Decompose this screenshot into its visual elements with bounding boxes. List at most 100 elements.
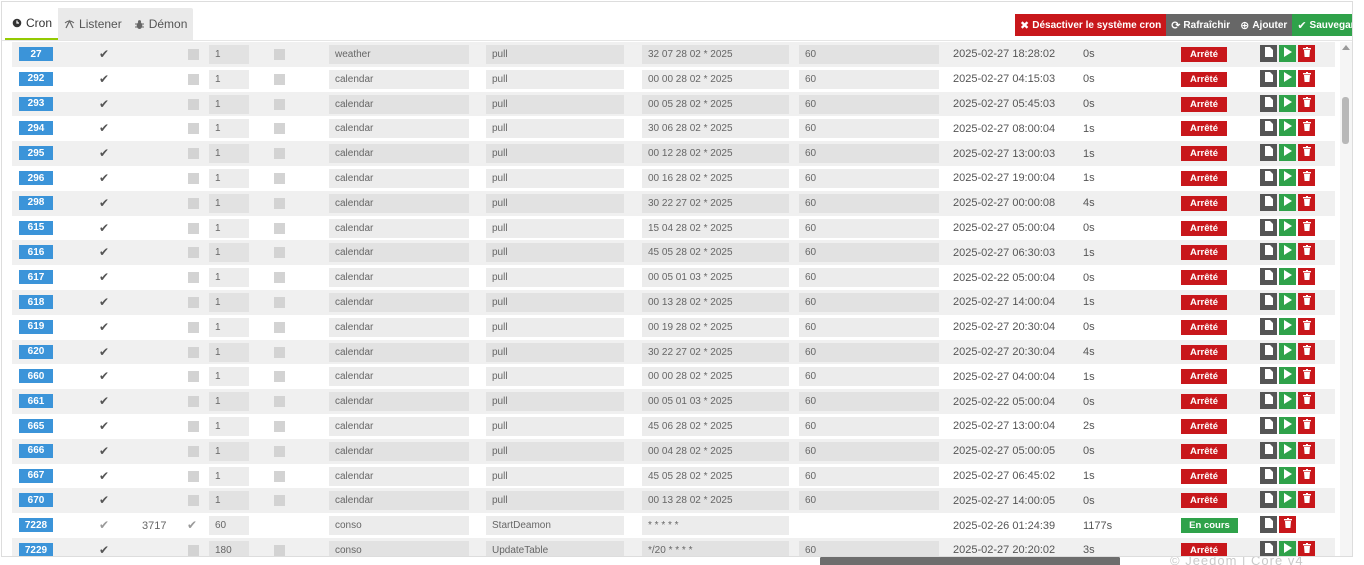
deamon-sleep-input[interactable]: 1 <box>209 441 249 461</box>
cron-id-badge[interactable]: 295 <box>19 146 53 161</box>
delete-button[interactable] <box>1298 342 1315 360</box>
deamon-sleep-input[interactable]: 1 <box>209 218 249 238</box>
delete-button[interactable] <box>1298 169 1315 186</box>
deamon-sleep-input[interactable]: 1 <box>209 69 249 89</box>
cron-id-badge[interactable]: 292 <box>19 71 53 86</box>
enabled-check-icon[interactable]: ✔ <box>98 98 110 110</box>
class-input[interactable]: calendar <box>329 293 469 312</box>
run-button[interactable] <box>1279 466 1296 484</box>
once-checkbox[interactable] <box>274 470 285 482</box>
run-button[interactable] <box>1279 193 1296 211</box>
run-button[interactable] <box>1279 491 1296 509</box>
function-input[interactable]: pull <box>486 193 624 213</box>
cron-id-badge[interactable]: 7228 <box>19 518 53 533</box>
scroll-up-arrow[interactable] <box>1342 45 1350 50</box>
deamon-checkbox[interactable] <box>188 123 199 135</box>
once-checkbox[interactable] <box>274 197 285 209</box>
delete-button[interactable] <box>1298 119 1315 137</box>
schedule-input[interactable]: 00 05 01 03 * 2025 <box>642 268 789 288</box>
enabled-check-icon[interactable]: ✔ <box>98 321 110 333</box>
class-input[interactable]: calendar <box>329 268 469 288</box>
schedule-input[interactable]: 30 22 27 02 * 2025 <box>642 193 789 213</box>
log-button[interactable] <box>1260 94 1277 112</box>
cron-id-badge[interactable]: 667 <box>19 468 53 483</box>
deamon-sleep-input[interactable]: 1 <box>209 169 249 188</box>
class-input[interactable]: calendar <box>329 169 469 188</box>
cron-id-badge[interactable]: 616 <box>19 245 53 260</box>
schedule-input[interactable]: 30 06 28 02 * 2025 <box>642 119 789 139</box>
enabled-check-icon[interactable]: ✔ <box>98 197 110 209</box>
once-checkbox[interactable] <box>274 396 285 408</box>
schedule-input[interactable]: 00 12 28 02 * 2025 <box>642 144 789 164</box>
delete-button[interactable] <box>1298 193 1315 211</box>
deamon-checkbox[interactable] <box>188 346 199 358</box>
delete-button[interactable] <box>1298 317 1315 335</box>
log-button[interactable] <box>1260 466 1277 484</box>
deamon-checkbox[interactable] <box>188 396 199 408</box>
scrollbar[interactable] <box>1340 42 1352 556</box>
deamon-sleep-input[interactable]: 1 <box>209 193 249 213</box>
log-button[interactable] <box>1260 417 1277 434</box>
once-checkbox[interactable] <box>274 148 285 160</box>
once-checkbox[interactable] <box>274 445 285 457</box>
class-input[interactable]: calendar <box>329 441 469 461</box>
once-checkbox[interactable] <box>274 421 285 432</box>
deamon-checkbox[interactable] <box>188 297 199 308</box>
deamon-checkbox[interactable] <box>188 470 199 482</box>
cron-id-badge[interactable]: 615 <box>19 220 53 235</box>
delete-button[interactable] <box>1298 94 1315 112</box>
log-button[interactable] <box>1260 392 1277 410</box>
timeout-input[interactable]: 60 <box>799 441 939 461</box>
once-checkbox[interactable] <box>274 222 285 234</box>
schedule-input[interactable]: 00 00 28 02 * 2025 <box>642 69 789 89</box>
function-input[interactable]: pull <box>486 441 624 461</box>
deamon-sleep-input[interactable]: 1 <box>209 268 249 288</box>
deamon-sleep-input[interactable]: 1 <box>209 45 249 64</box>
deamon-sleep-input[interactable]: 1 <box>209 317 249 337</box>
log-button[interactable] <box>1260 144 1277 162</box>
delete-button[interactable] <box>1298 144 1315 162</box>
class-input[interactable]: calendar <box>329 367 469 387</box>
class-input[interactable]: calendar <box>329 243 469 263</box>
delete-button[interactable] <box>1298 466 1315 484</box>
log-button[interactable] <box>1260 342 1277 360</box>
class-input[interactable]: calendar <box>329 218 469 238</box>
disable-cron-button[interactable]: ✖ Désactiver le système cron <box>1015 14 1167 36</box>
run-button[interactable] <box>1279 342 1296 360</box>
log-button[interactable] <box>1260 491 1277 509</box>
schedule-input[interactable]: 00 04 28 02 * 2025 <box>642 441 789 461</box>
run-button[interactable] <box>1279 218 1296 236</box>
timeout-input[interactable]: 60 <box>799 119 939 139</box>
deamon-checkbox[interactable] <box>188 73 199 85</box>
refresh-button[interactable]: ⟳ Rafraîchir <box>1166 14 1236 36</box>
function-input[interactable]: pull <box>486 491 624 511</box>
tab-cron[interactable]: Cron <box>5 8 59 40</box>
timeout-input[interactable]: 60 <box>799 144 939 164</box>
log-button[interactable] <box>1260 243 1277 261</box>
delete-button[interactable] <box>1298 417 1315 434</box>
cron-id-badge[interactable]: 7229 <box>19 543 53 556</box>
enabled-check-icon[interactable]: ✔ <box>98 73 110 85</box>
class-input[interactable]: weather <box>329 45 469 64</box>
log-button[interactable] <box>1260 218 1277 236</box>
function-input[interactable]: pull <box>486 293 624 312</box>
class-input[interactable]: conso <box>329 516 469 536</box>
schedule-input[interactable]: 00 05 01 03 * 2025 <box>642 392 789 412</box>
once-checkbox[interactable] <box>274 321 285 333</box>
enabled-check-icon[interactable]: ✔ <box>98 122 110 134</box>
schedule-input[interactable]: * * * * * <box>642 516 789 536</box>
cron-id-badge[interactable]: 670 <box>19 493 53 508</box>
cron-id-badge[interactable]: 294 <box>19 121 53 136</box>
delete-button[interactable] <box>1298 218 1315 236</box>
function-input[interactable]: pull <box>486 466 624 486</box>
enabled-check-icon[interactable]: ✔ <box>98 271 110 283</box>
delete-button[interactable] <box>1298 268 1315 286</box>
function-input[interactable]: pull <box>486 342 624 362</box>
deamon-sleep-input[interactable]: 1 <box>209 144 249 164</box>
schedule-input[interactable]: 30 22 27 02 * 2025 <box>642 342 789 362</box>
schedule-input[interactable]: 45 05 28 02 * 2025 <box>642 466 789 486</box>
schedule-input[interactable]: 00 00 28 02 * 2025 <box>642 367 789 387</box>
delete-button[interactable] <box>1298 45 1315 62</box>
once-checkbox[interactable] <box>274 297 285 308</box>
function-input[interactable]: pull <box>486 268 624 288</box>
